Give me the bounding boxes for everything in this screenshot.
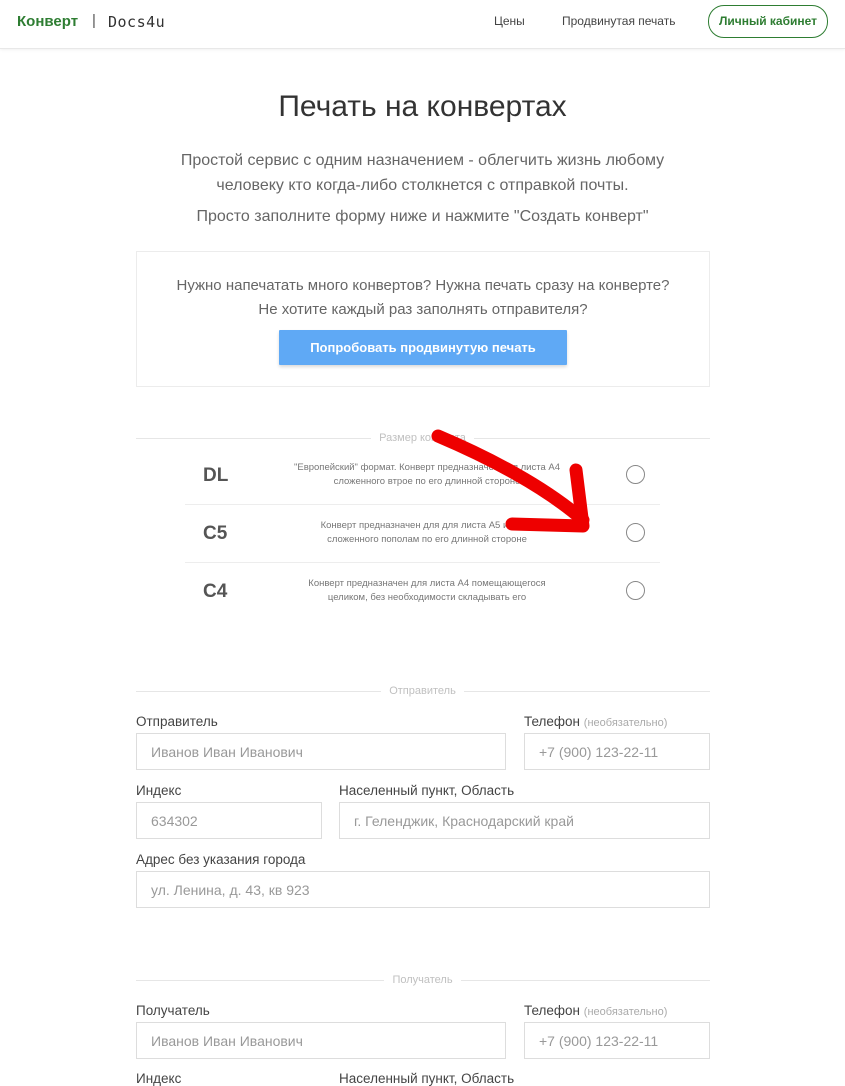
docs4u-logo[interactable]: Docs4u — [108, 13, 165, 31]
top-header: Конверт | Docs4u Цены Продвинутая печать… — [0, 0, 845, 49]
recipient-index-label: Индекс — [136, 1071, 182, 1086]
size-dl-radio[interactable] — [626, 465, 645, 484]
sender-address-label: Адрес без указания города — [136, 852, 306, 867]
size-option-c4[interactable]: C4 Конверт предназначен для листа А4 пом… — [185, 563, 660, 620]
sender-index-label: Индекс — [136, 783, 182, 798]
size-c4-radio[interactable] — [626, 581, 645, 600]
instruction-text: Просто заполните форму ниже и нажмите "С… — [196, 208, 649, 225]
size-option-dl[interactable]: DL "Европейский" формат. Конверт предназ… — [185, 447, 660, 505]
size-description: Конверт предназначен для листа А4 помеща… — [308, 578, 546, 603]
site-logo[interactable]: Конверт — [17, 13, 78, 30]
recipient-phone-label: Телефон (необязательно) — [524, 1003, 668, 1018]
sender-address-input[interactable] — [136, 871, 710, 908]
sender-name-input[interactable] — [136, 733, 506, 770]
size-section-label: Размер конверта — [0, 432, 845, 444]
lead-text-line1: Простой сервис с одним назначением - обл… — [180, 152, 665, 169]
promo-line1: Нужно напечатать много конвертов? Нужна … — [176, 277, 670, 294]
size-code: C4 — [203, 581, 228, 602]
sender-city-input[interactable] — [339, 802, 710, 839]
size-code: DL — [203, 465, 229, 486]
personal-cabinet-button[interactable]: Личный кабинет — [708, 5, 828, 38]
recipient-section-label: Получатель — [0, 974, 845, 986]
try-advanced-print-button[interactable]: Попробовать продвинутую печать — [279, 330, 567, 365]
recipient-name-label: Получатель — [136, 1003, 210, 1018]
size-code: C5 — [203, 523, 228, 544]
page-title: Печать на конвертах — [278, 90, 567, 123]
promo-line2: Не хотите каждый раз заполнять отправите… — [258, 301, 588, 318]
nav-prices-link[interactable]: Цены — [494, 14, 525, 28]
advanced-print-promo: Нужно напечатать много конвертов? Нужна … — [136, 251, 710, 387]
lead-text-line2: человеку кто когда-либо столкнется с отп… — [216, 177, 629, 194]
recipient-city-label: Населенный пункт, Область — [339, 1071, 515, 1086]
size-option-c5[interactable]: C5 Конверт предназначен для для листа А5… — [185, 505, 660, 563]
size-c5-radio[interactable] — [626, 523, 645, 542]
size-description: Конверт предназначен для для листа А5 ил… — [320, 520, 534, 545]
logo-separator: | — [92, 12, 96, 29]
nav-advanced-print-link[interactable]: Продвинутая печать — [562, 14, 675, 28]
recipient-name-input[interactable] — [136, 1022, 506, 1059]
size-description: "Европейский" формат. Конверт предназнач… — [293, 462, 561, 487]
sender-index-input[interactable] — [136, 802, 322, 839]
promo-text: Нужно напечатать много конвертов? Нужна … — [137, 274, 709, 322]
sender-section-label: Отправитель — [0, 685, 845, 697]
recipient-phone-input[interactable] — [524, 1022, 710, 1059]
sender-city-label: Населенный пункт, Область — [339, 783, 515, 798]
sender-phone-label: Телефон (необязательно) — [524, 714, 668, 729]
sender-phone-input[interactable] — [524, 733, 710, 770]
sender-name-label: Отправитель — [136, 714, 218, 729]
